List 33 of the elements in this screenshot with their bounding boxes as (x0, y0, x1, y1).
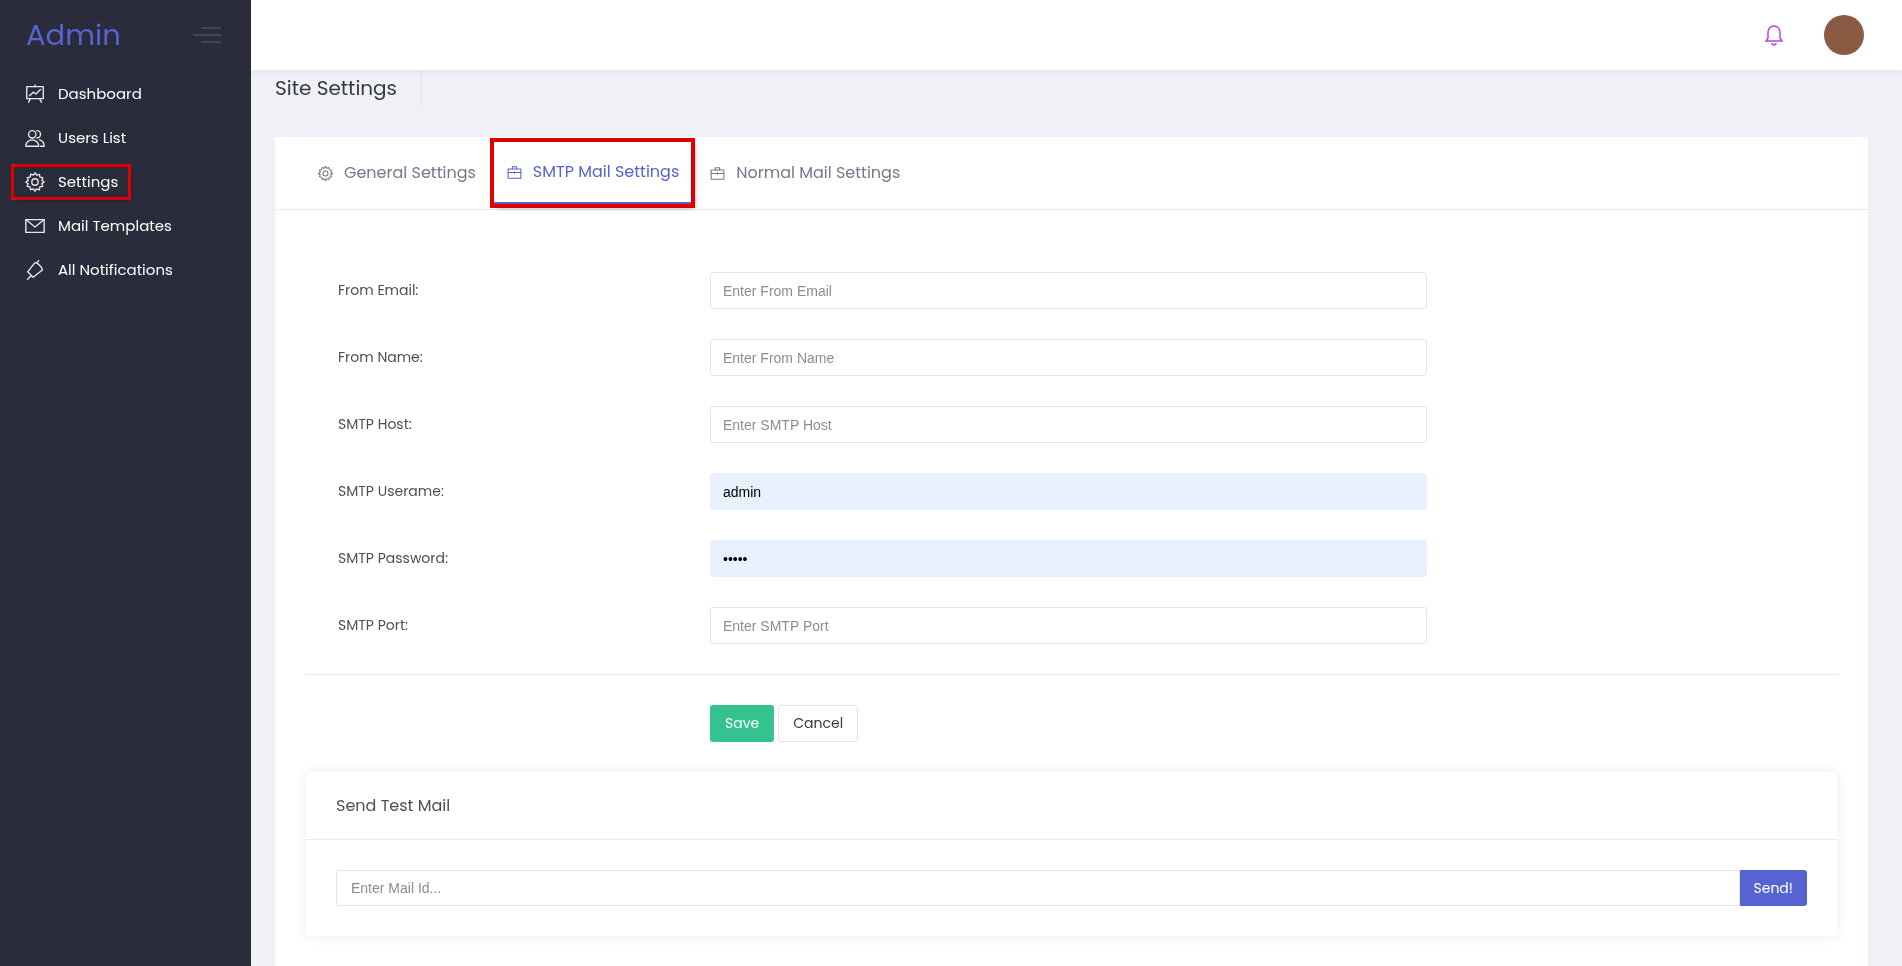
users-icon (24, 127, 46, 149)
settings-icon (24, 171, 46, 193)
input-field[interactable]: Enter From Name (710, 339, 1427, 376)
field-label: SMTP Port: (338, 615, 410, 636)
field-label: From Name: (338, 347, 424, 368)
send-button[interactable]: Send! (1739, 870, 1807, 906)
cancel-button[interactable]: Cancel (778, 705, 859, 742)
field-label: SMTP Userame: (338, 481, 445, 502)
page-title: Site Settings (275, 70, 423, 106)
input-field[interactable]: Enter SMTP Port (710, 607, 1427, 644)
briefcase-icon (709, 164, 727, 182)
mail-input-field[interactable]: Enter Mail Id... (336, 870, 1740, 906)
tab[interactable]: Normal Mail Settings (697, 142, 913, 204)
sidebar-item[interactable]: Dashboard (14, 78, 152, 110)
card-title: Send Test Mail (336, 793, 451, 818)
input-field[interactable]: Enter SMTP Host (710, 406, 1427, 443)
input-field[interactable]: admin (710, 473, 1427, 510)
input-field[interactable]: ••••• (710, 540, 1427, 577)
briefcase-icon (505, 163, 523, 181)
sidebar-item[interactable]: Users List (14, 122, 137, 154)
sidebar-item[interactable]: Mail Templates (14, 210, 182, 242)
tab[interactable]: SMTP Mail Settings (493, 142, 692, 204)
field-label: From Email: (338, 280, 420, 301)
input-field[interactable]: Enter From Email (710, 272, 1427, 309)
field-label: SMTP Host: (338, 414, 413, 435)
chart-board-icon (24, 83, 46, 105)
logo: Admin (26, 20, 121, 50)
field-label: SMTP Password: (338, 548, 449, 569)
sidebar-item[interactable]: All Notifications (14, 254, 183, 286)
avatar[interactable] (1824, 15, 1864, 55)
tab[interactable]: General Settings (305, 142, 488, 204)
sidebar-item[interactable]: Settings (14, 166, 129, 198)
gear-icon (317, 164, 334, 182)
